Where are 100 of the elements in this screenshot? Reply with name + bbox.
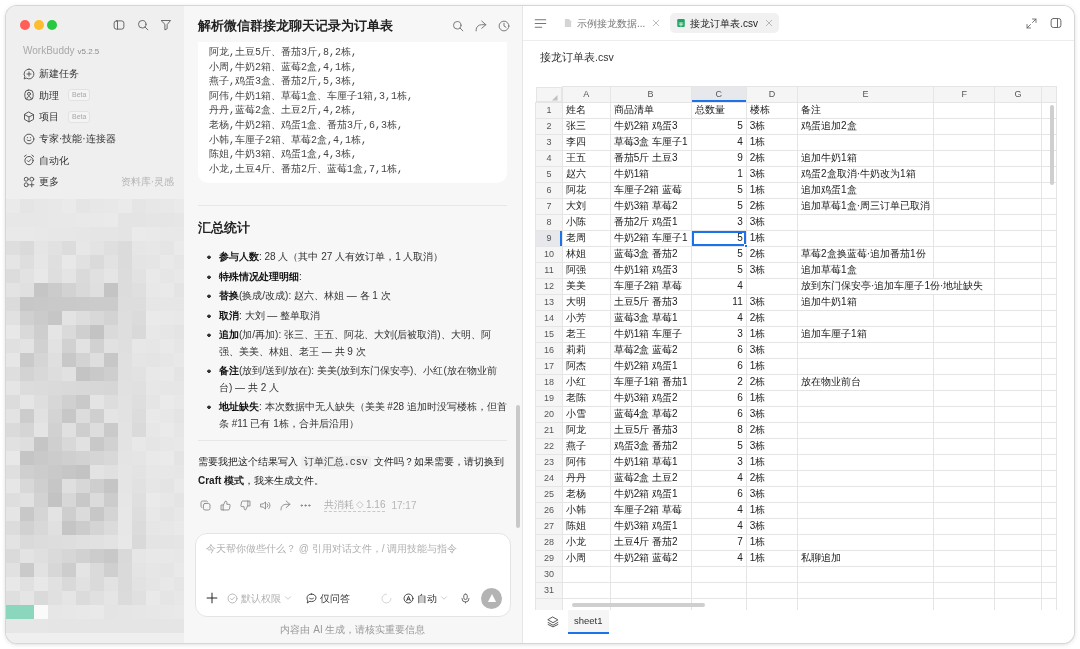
table-cell: 5 [691, 118, 747, 134]
model-dropdown[interactable]: 自动 [403, 591, 448, 605]
table-cell: 2栋 [746, 198, 798, 214]
table-cell: 2栋 [746, 470, 798, 486]
file-tab[interactable]: 示例接龙数据... [557, 13, 667, 33]
sidebar-toggle-icon[interactable] [113, 19, 125, 31]
table-cell: 追加车厘子1箱 [797, 326, 934, 342]
table-cell: 阿强 [562, 262, 611, 278]
table-cell: 小韩 [562, 502, 611, 518]
alarm-clock-icon [23, 154, 35, 167]
copy-icon[interactable] [200, 499, 211, 511]
code-line: 小周,牛奶2箱、蓝莓2盒,4,1栋, [209, 60, 358, 75]
table-cell: 4 [691, 550, 747, 566]
table-cell: 1栋 [746, 534, 798, 550]
column-header[interactable]: F [933, 86, 995, 102]
chat-title: 解析微信群接龙聊天记录为订单表 [198, 17, 393, 35]
code-line: 阿龙,土豆5斤、番茄3斤,8,2栋, [209, 46, 358, 60]
close-window-icon[interactable] [20, 20, 30, 30]
table-cell: 鸡蛋追加2盒 [797, 118, 934, 134]
table-cell: 番茄5斤 土豆3 [610, 150, 692, 166]
table-cell: 3栋 [746, 406, 798, 422]
sidebar-item[interactable]: 新建任务 [6, 63, 184, 85]
sidebar-item[interactable]: 自动化 [6, 149, 184, 171]
app-name: WorkBuddy [23, 44, 75, 58]
table-cell: 7 [691, 534, 747, 550]
thumbs-up-icon[interactable] [220, 499, 231, 511]
table-cell: 4 [691, 310, 747, 326]
table-cell: 美美 [562, 278, 611, 294]
chat-scrollbar[interactable] [516, 405, 520, 528]
table-cell: 3栋 [746, 262, 798, 278]
minimize-window-icon[interactable] [33, 20, 44, 30]
table-cell: 车厘子2箱 草莓 [610, 278, 692, 294]
table-cell: 老陈 [562, 390, 611, 406]
thumbs-down-icon[interactable] [240, 499, 251, 511]
table-cell: 张三 [562, 118, 611, 134]
table-cell: 土豆4斤 番茄2 [610, 534, 692, 550]
sheet-tab[interactable]: sheet1 [568, 610, 609, 634]
search-icon[interactable] [452, 20, 464, 32]
app-version: v5.2.5 [77, 46, 100, 58]
table-cell: 2 [691, 374, 747, 390]
table-cell: 1栋 [746, 454, 798, 470]
table-cell: 牛奶1箱 [610, 166, 692, 182]
check-circle-icon [227, 592, 238, 604]
fill-handle-icon[interactable] [743, 243, 748, 248]
table-cell: 姓名 [562, 102, 611, 118]
zoom-window-icon[interactable] [47, 20, 57, 30]
close-icon[interactable] [652, 19, 661, 27]
table-cell: 1 [691, 166, 747, 182]
plus-icon[interactable] [206, 592, 218, 604]
sidebar-item[interactable]: 专家·技能·连接器 [6, 127, 184, 150]
menu-icon[interactable] [534, 16, 547, 30]
table-cell: 6 [691, 390, 747, 406]
table-cell: 阿伟 [562, 454, 611, 470]
chat-plus-icon [23, 67, 35, 80]
column-header[interactable]: A [562, 86, 611, 102]
table-cell: 1栋 [746, 358, 798, 374]
table-cell: 3 [691, 214, 747, 230]
microphone-icon[interactable] [460, 592, 471, 604]
message-input[interactable]: 今天帮你做些什么？ @ 引用对话文件，/ 调用技能与指令 [206, 540, 502, 578]
speaker-icon[interactable] [260, 499, 271, 511]
panel-toggle-icon[interactable] [1050, 17, 1062, 29]
table-cell: 蓝莓4盒 草莓2 [610, 406, 692, 422]
table-cell: 牛奶1箱 草莓1 [610, 454, 692, 470]
chevron-down-icon [284, 594, 292, 602]
horizontal-scrollbar[interactable] [572, 603, 705, 607]
table-cell: 草莓2盒换蓝莓·追加番茄1份 [797, 246, 934, 262]
table-cell: 楼栋 [746, 102, 798, 118]
table-cell: 1栋 [746, 134, 798, 150]
vertical-scrollbar[interactable] [1050, 105, 1054, 185]
table-cell: 牛奶2箱 鸡蛋1 [610, 358, 692, 374]
corner-triangle-icon[interactable] [551, 93, 558, 101]
table-cell: 牛奶2箱 车厘子1 [610, 230, 692, 246]
table-cell: 5 [691, 246, 747, 262]
table-cell: 老杨 [562, 486, 611, 502]
table-cell: 9 [691, 150, 747, 166]
table-cell: 燕子 [562, 438, 611, 454]
table-cell: 5 [691, 262, 747, 278]
layers-icon[interactable] [547, 616, 559, 628]
column-header[interactable]: E [797, 86, 934, 102]
clock-icon[interactable] [498, 20, 510, 32]
mode-button[interactable]: 仅问答 [306, 591, 350, 605]
table-cell: 李四 [562, 134, 611, 150]
column-header[interactable]: D [746, 86, 798, 102]
chevron-down-icon [440, 594, 448, 602]
column-header[interactable]: G [994, 86, 1042, 102]
table-cell: 莉莉 [562, 342, 611, 358]
expand-icon[interactable] [1026, 17, 1037, 29]
file-title: 接龙订单表.csv [540, 51, 614, 64]
share-icon[interactable] [475, 20, 487, 32]
column-header[interactable]: B [610, 86, 692, 102]
file-tab[interactable]: 接龙订单表.csv [670, 13, 780, 33]
table-cell: 老周 [562, 230, 611, 246]
table-cell: 1栋 [746, 502, 798, 518]
table-cell: 1栋 [746, 326, 798, 342]
column-header[interactable]: C [691, 86, 747, 102]
search-icon[interactable] [136, 19, 149, 31]
share-icon[interactable] [280, 499, 291, 511]
row-header[interactable]: 1 [535, 102, 563, 118]
close-icon[interactable] [765, 19, 774, 27]
funnel-icon[interactable] [160, 19, 172, 31]
